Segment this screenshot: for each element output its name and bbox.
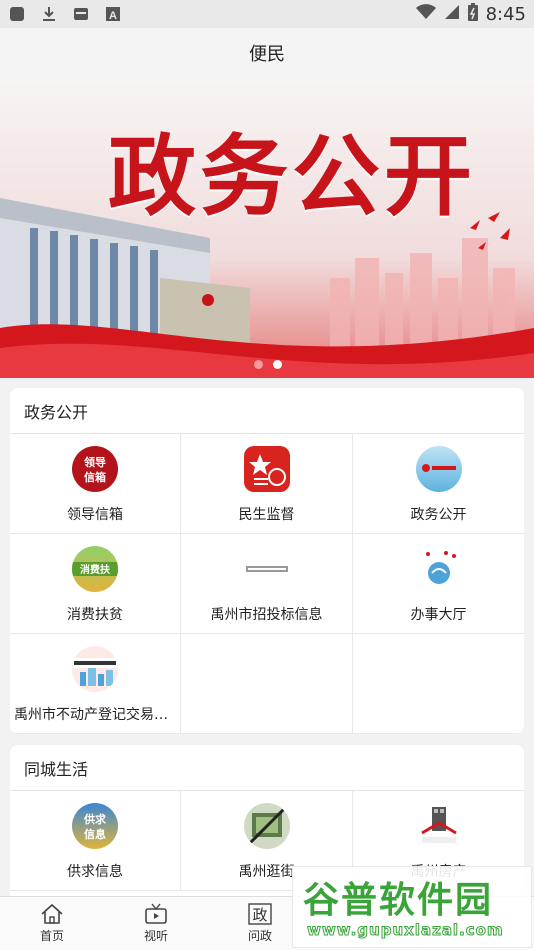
carousel-dot[interactable] [254,360,263,369]
font-icon: A [104,5,122,23]
grid-empty-cell [353,634,524,734]
grid-item-label: 禹州逛街 [238,864,295,880]
grid-item-label: 办事大厅 [410,607,467,623]
grid-item-label: 供求信息 [67,864,123,880]
svg-text:政: 政 [252,906,267,924]
nav-label: 视听 [143,929,168,943]
grid-empty-cell [181,634,353,734]
bidding-info-icon [243,546,290,592]
svg-text:领导: 领导 [83,455,106,469]
carousel-indicator [254,360,282,369]
signal-icon [444,4,460,25]
tv-icon [145,903,167,924]
grid-item-livelihood-supervision[interactable]: 民生监督 [181,434,353,534]
banner-carousel[interactable]: 政务公开 [0,78,534,378]
grid-item-gov-affairs[interactable]: 政务公开 [353,434,524,534]
shopping-street-icon [243,803,290,849]
battery-icon [467,2,478,26]
notification-square-icon [8,5,26,23]
house-property-icon [415,803,462,849]
grid-item-label: 消费扶贫 [67,607,123,623]
grid-item-consumer-poverty-aid[interactable]: 消费扶 消费扶贫 [10,534,181,634]
grid-item-label: 禹州市招投标信息 [210,607,323,623]
svg-text:信息: 信息 [84,827,106,841]
supply-demand-icon: 供求 信息 [72,803,118,849]
watermark-logo: 谷普软件园 www.gupuxlazal.com [292,866,532,948]
wifi-icon [415,3,436,25]
section-title: 同城生活 [10,745,524,791]
nav-label: 问政 [247,929,272,943]
svg-text:信箱: 信箱 [84,470,106,484]
svg-text:消费扶: 消费扶 [80,563,111,576]
gov-affairs-card: 政务公开 领导 信箱 领导信箱 民生监督 政务公开 消费扶 消费扶贫 禹州市招投… [10,388,524,734]
livelihood-supervision-icon [243,446,290,492]
nav-av[interactable]: 视听 [104,897,208,950]
svg-text:A: A [109,10,117,22]
nav-label: 首页 [39,929,64,943]
grid-item-label: 领导信箱 [67,507,123,523]
section-title: 政务公开 [10,388,524,434]
carousel-dot-active[interactable] [273,360,282,369]
grid-item-label: 政务公开 [410,507,467,523]
leader-mailbox-icon: 领导 信箱 [72,446,118,492]
service-hall-icon [415,546,462,592]
clock-time: 8:45 [485,3,526,25]
message-icon [72,5,90,23]
grid-item-bidding-info[interactable]: 禹州市招投标信息 [181,534,353,634]
banner-title: 政务公开 [108,124,477,228]
download-icon [40,5,58,23]
consumer-poverty-aid-icon: 消费扶 [72,546,118,592]
real-estate-registry-icon [72,646,118,692]
nav-home[interactable]: 首页 [0,897,104,950]
gov-question-icon: 政 [248,903,272,925]
grid-item-label: 禹州市不动产登记交易网… [14,707,176,723]
status-bar: A 8:45 [0,0,534,28]
page-title: 便民 [249,44,285,65]
page-title-bar: 便民 [0,28,534,78]
watermark-title: 谷普软件园 [303,880,494,921]
grid-item-leader-mailbox[interactable]: 领导 信箱 领导信箱 [10,434,181,534]
gov-affairs-icon [415,446,462,492]
watermark-url: www.gupuxlazal.com [307,921,504,940]
grid-item-real-estate-registry[interactable]: 禹州市不动产登记交易网… [10,634,181,734]
svg-text:供求: 供求 [83,812,107,826]
grid-item-supply-demand[interactable]: 供求 信息 供求信息 [10,791,181,891]
grid-item-label: 民生监督 [238,507,295,523]
home-icon [41,903,63,924]
grid-item-service-hall[interactable]: 办事大厅 [353,534,524,634]
